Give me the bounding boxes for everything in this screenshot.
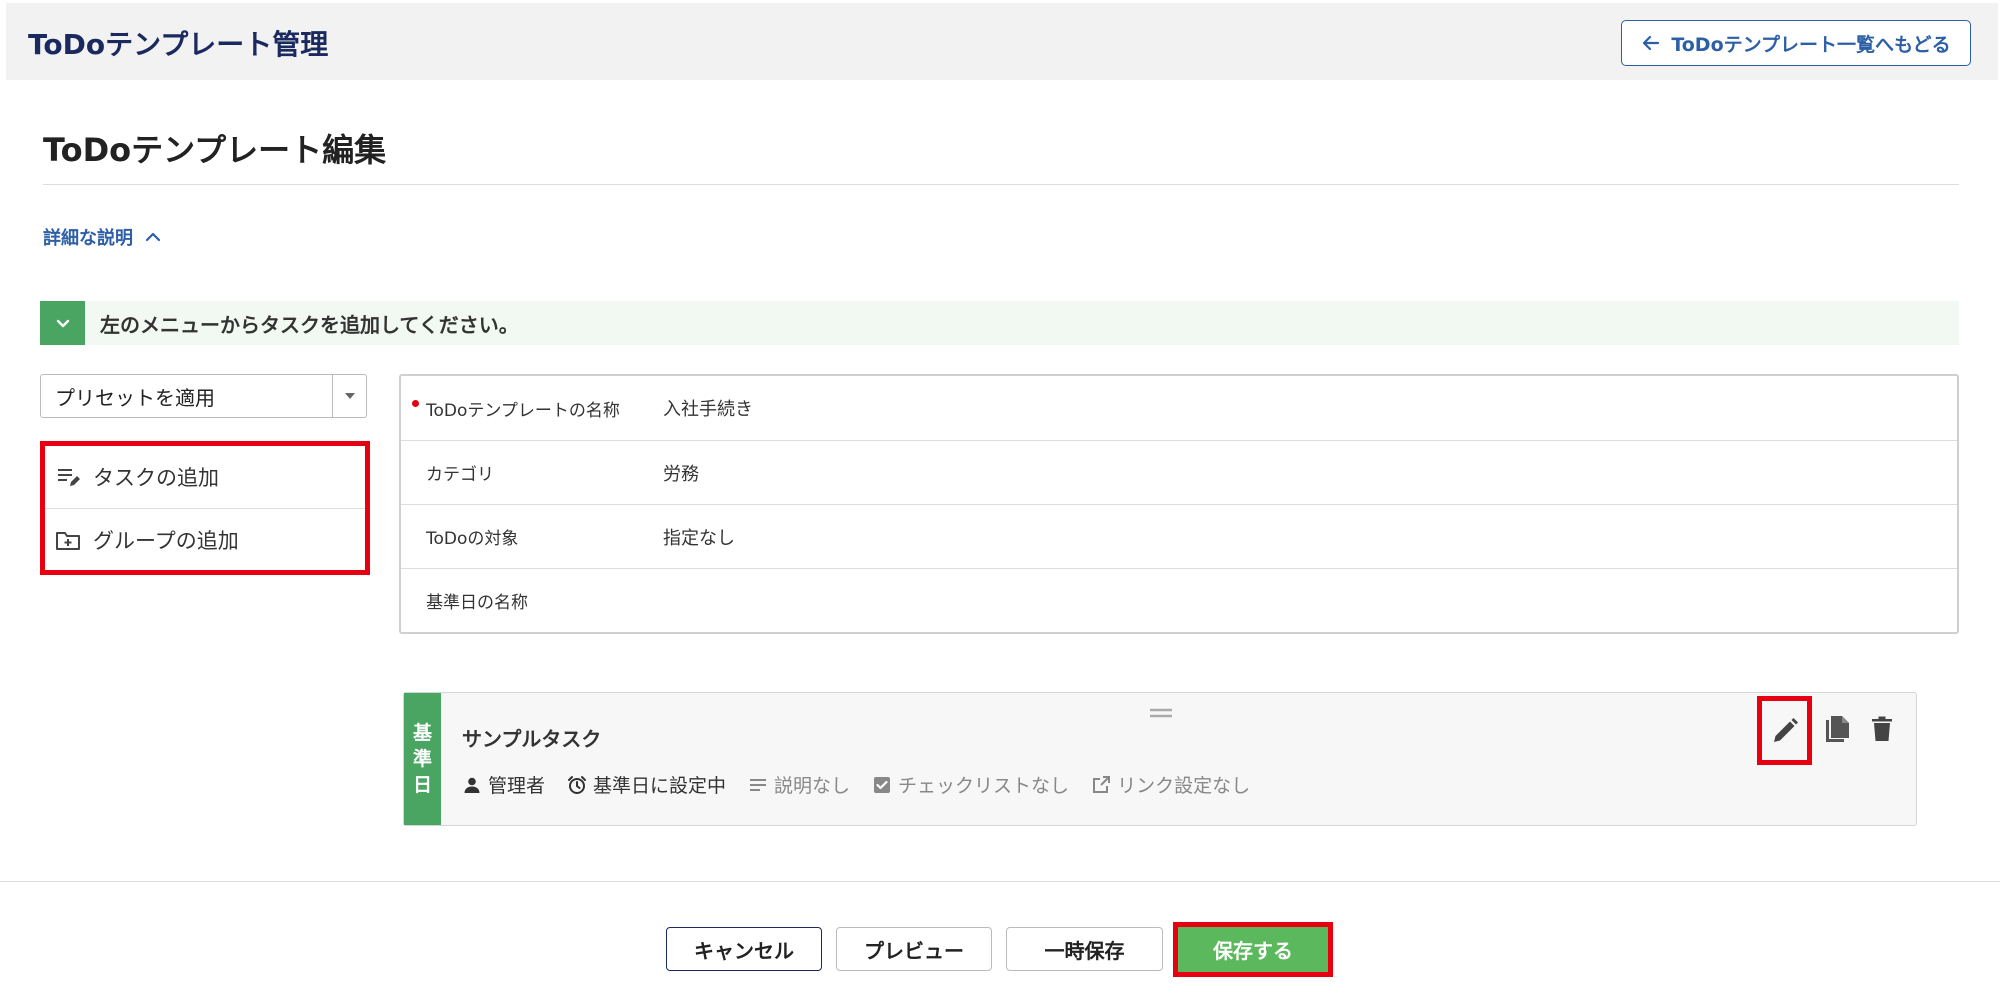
add-folder-icon (56, 531, 80, 550)
delete-task-button[interactable] (1866, 713, 1898, 745)
info-label: カテゴリ (426, 465, 494, 485)
notes-icon (750, 778, 767, 791)
task-card: 基 準 日 サンプルタスク 管理者 基準日に設定中 説明なし チェックリストなし… (403, 692, 1917, 826)
task-name: サンプルタスク (462, 727, 602, 751)
add-group-label: グループの追加 (93, 528, 239, 553)
info-label: ToDoテンプレートの名称 (426, 400, 620, 421)
preset-select[interactable]: プリセットを適用 (40, 374, 367, 418)
info-row-name: ToDoテンプレートの名称 入社手続き (401, 376, 1957, 440)
add-menu: タスクの追加 グループの追加 (40, 441, 370, 575)
footer-divider (0, 881, 2000, 882)
save-button[interactable]: 保存する (1178, 927, 1328, 972)
app-title: ToDoテンプレート管理 (28, 28, 329, 61)
person-icon (464, 777, 480, 793)
alarm-clock-icon (568, 775, 587, 794)
drag-handle-icon[interactable] (1149, 707, 1173, 719)
checklist-label: チェックリストなし (898, 775, 1070, 797)
info-label: 基準日の名称 (426, 593, 528, 613)
cancel-button[interactable]: キャンセル (666, 927, 822, 971)
task-description: 説明なし (748, 771, 850, 798)
task-due: 基準日に設定中 (567, 771, 726, 798)
page-title: ToDoテンプレート編集 (43, 131, 387, 169)
assignee-label: 管理者 (488, 775, 546, 797)
preview-button[interactable]: プレビュー (836, 927, 992, 971)
add-task-menu-item[interactable]: タスクの追加 (45, 446, 365, 508)
details-toggle-label: 詳細な説明 (43, 228, 133, 249)
description-label: 説明なし (774, 775, 851, 797)
caret-down-icon (344, 393, 355, 399)
chevron-up-icon (145, 232, 161, 242)
preset-dropdown-arrow[interactable] (332, 375, 366, 417)
checkbox-icon (874, 776, 891, 793)
trash-icon (1872, 716, 1892, 741)
draft-save-button[interactable]: 一時保存 (1006, 927, 1163, 971)
details-toggle[interactable]: 詳細な説明 (43, 224, 163, 250)
banner-toggle[interactable] (40, 301, 85, 345)
back-to-list-button[interactable]: ToDoテンプレート一覧へもどる (1621, 20, 1971, 66)
chevron-down-icon (56, 319, 69, 328)
arrow-left-icon (1643, 35, 1660, 51)
add-task-icon (58, 469, 80, 486)
info-banner: 左のメニューからタスクを追加してください。 (40, 301, 1959, 345)
save-highlight: 保存する (1173, 922, 1333, 977)
info-row-target: ToDoの対象 指定なし (401, 504, 1957, 568)
app-header: ToDoテンプレート管理 ToDoテンプレート一覧へもどる (6, 3, 1998, 80)
info-row-category: カテゴリ 労務 (401, 440, 1957, 504)
badge-char: 準 (412, 748, 432, 770)
copy-task-button[interactable] (1821, 713, 1853, 745)
banner-message: 左のメニューからタスクを追加してください。 (100, 312, 519, 337)
task-link: リンク設定なし (1091, 771, 1250, 798)
task-meta: 管理者 基準日に設定中 説明なし チェックリストなし リンク設定なし (462, 771, 1250, 798)
add-task-label: タスクの追加 (93, 466, 219, 490)
info-value: 指定なし (663, 527, 735, 549)
back-button-label: ToDoテンプレート一覧へもどる (1671, 33, 1951, 56)
add-group-menu-item[interactable]: グループの追加 (45, 508, 365, 570)
edit-task-button[interactable] (1757, 696, 1812, 765)
base-date-badge: 基 準 日 (404, 693, 441, 825)
info-value: 入社手続き (663, 399, 753, 420)
task-assignee: 管理者 (462, 771, 545, 798)
preset-selected-value: プリセットを適用 (55, 385, 215, 410)
info-label: ToDoの対象 (426, 529, 519, 549)
template-info-table: ToDoテンプレートの名称 入社手続き カテゴリ 労務 ToDoの対象 指定なし… (399, 374, 1959, 634)
badge-char: 日 (412, 774, 432, 796)
link-label: リンク設定なし (1117, 775, 1251, 797)
info-value: 労務 (663, 463, 699, 485)
info-row-base-date: 基準日の名称 (401, 568, 1957, 632)
pencil-icon (1773, 717, 1798, 742)
title-divider (43, 184, 1959, 185)
external-link-icon (1093, 775, 1111, 793)
due-label: 基準日に設定中 (593, 775, 727, 797)
task-checklist: チェックリストなし (872, 771, 1069, 798)
badge-char: 基 (412, 722, 432, 744)
copy-icon (1826, 716, 1849, 742)
